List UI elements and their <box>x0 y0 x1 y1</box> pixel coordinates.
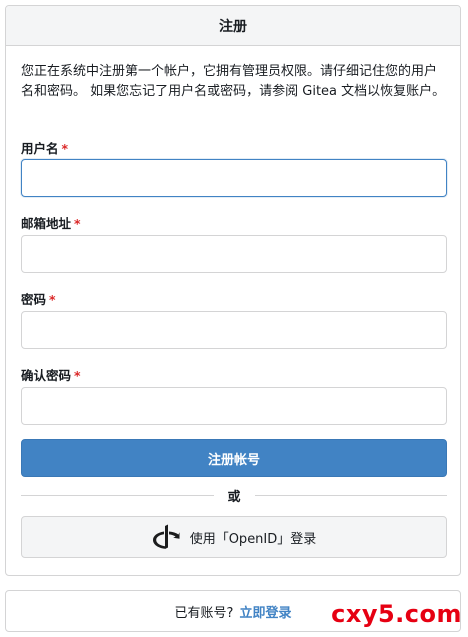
divider-text: 或 <box>227 489 241 505</box>
confirm-password-input[interactable] <box>21 387 447 425</box>
required-mark: * <box>61 141 69 156</box>
register-button[interactable]: 注册帐号 <box>21 439 447 477</box>
intro-message: 您正在系统中注册第一个帐户，它拥有管理员权限。请仔细记住您的用户名和密码。 如果… <box>21 64 446 99</box>
signin-prompt-text: 已有账号? <box>174 605 234 621</box>
username-input[interactable] <box>21 159 447 197</box>
username-label: 用户名 * <box>21 138 68 157</box>
divider-line-left <box>21 494 214 496</box>
password-label: 密码 * <box>21 289 56 308</box>
email-label: 邮箱地址 * <box>21 213 81 232</box>
openid-icon <box>152 524 180 550</box>
openid-login-label: 使用「OpenID」登录 <box>189 531 317 547</box>
signin-link[interactable]: 立即登录 <box>239 602 291 621</box>
required-mark: * <box>74 216 81 231</box>
password-label-text: 密码 <box>21 292 47 307</box>
username-label-text: 用户名 <box>21 141 59 156</box>
password-input[interactable] <box>21 311 447 349</box>
or-divider: 或 <box>21 484 448 506</box>
page-title: 注册 <box>6 6 460 46</box>
confirm-password-label: 确认密码 * <box>21 365 81 384</box>
divider-line-right <box>254 494 448 496</box>
watermark: cxy5.com <box>331 600 462 628</box>
required-mark: * <box>74 368 81 383</box>
confirm-password-label-text: 确认密码 <box>21 368 72 383</box>
email-label-text: 邮箱地址 <box>21 216 72 231</box>
openid-login-button[interactable]: 使用「OpenID」登录 <box>21 516 447 558</box>
required-mark: * <box>49 292 56 307</box>
email-input[interactable] <box>21 235 447 273</box>
signup-card: 注册 您正在系统中注册第一个帐户，它拥有管理员权限。请仔细记住您的用户名和密码。… <box>5 5 461 576</box>
